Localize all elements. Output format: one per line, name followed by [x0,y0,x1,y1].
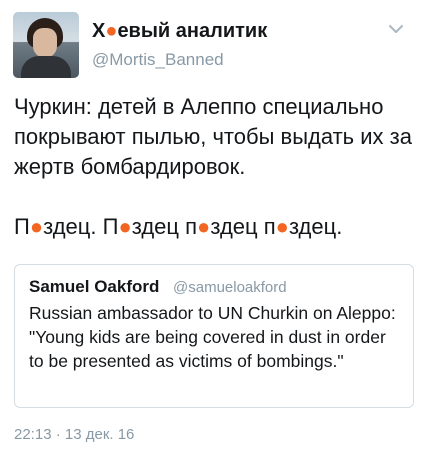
author-display-name[interactable]: Х●евый аналитик [92,20,267,43]
censor-dot: ● [197,214,211,239]
avatar-face [33,28,57,58]
quoted-author-handle: @samueloakford [173,279,287,296]
quoted-author-name: Samuel Oakford [29,277,160,296]
censor-dot: ● [29,214,44,239]
avatar[interactable] [13,12,79,78]
censor-dot: ● [275,214,289,239]
author-handle[interactable]: @Mortis_Banned [92,50,224,70]
quoted-tweet-card[interactable]: Samuel Oakford @samueloakford Russian am… [14,264,414,408]
censor-dot: ● [118,214,132,239]
tweet-timestamp[interactable]: 22:13 · 13 дек. 16 [14,426,134,443]
quoted-tweet-text: Russian ambassador to UN Churkin on Alep… [29,303,396,371]
tweet-text: Чуркин: детей в Алеппо специально покрыв… [14,94,412,239]
avatar-coat [21,56,71,78]
censor-dot: ● [105,20,118,42]
chevron-down-icon[interactable] [389,24,403,34]
